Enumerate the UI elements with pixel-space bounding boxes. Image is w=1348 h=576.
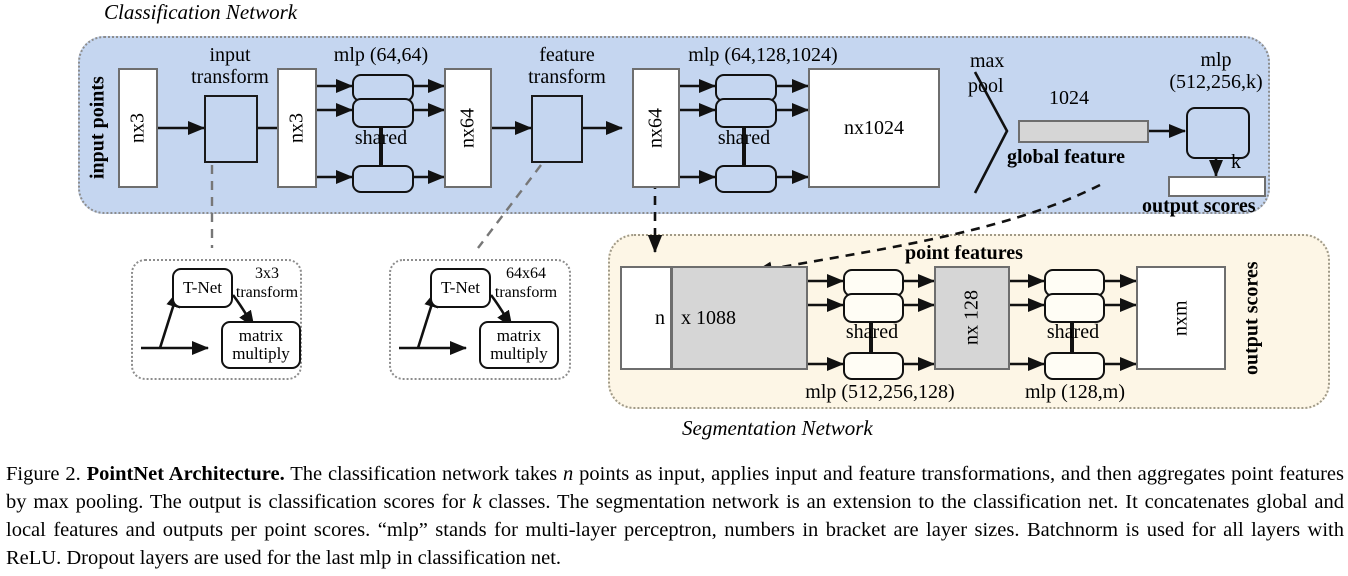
node-nx3-transformed: nx3 (277, 68, 317, 188)
max-pool-label-line2: pool (968, 75, 1004, 97)
node-concat-1088-text: x 1088 (681, 306, 736, 329)
figure-caption: Figure 2. PointNet Architecture. The cla… (6, 460, 1344, 572)
node-nx1024-text: nx1024 (844, 116, 904, 139)
tnet-feature-matmul-line2: multiply (490, 344, 548, 363)
global-feature-size-label: 1024 (1049, 87, 1089, 109)
node-nx3-input: nx3 (118, 68, 158, 188)
caption-prefix: Figure 2. (6, 463, 81, 485)
node-nx64-b: nx64 (632, 68, 680, 188)
feature-transform-label-line1: feature (539, 44, 595, 66)
input-transform-label-line1: input (209, 44, 251, 66)
input-points-label: input points (86, 76, 109, 180)
segmentation-output-scores-label: output scores (1240, 261, 1263, 375)
tnet-input-transform-word-label: transform (235, 284, 299, 301)
mlp-128-m-unit-3 (1044, 352, 1105, 380)
mlp-64-128-1024-unit-2 (715, 98, 777, 128)
mlp-128-m-label: mlp (128,m) (1025, 381, 1125, 403)
k-dim-label: k (1231, 151, 1241, 173)
caption-var-k: k (472, 491, 482, 514)
node-feature-transform (531, 95, 583, 163)
mlp-64-128-1024-shared-label: shared (717, 127, 771, 149)
node-input-transform (204, 95, 258, 163)
mlp-64-128-1024-label: mlp (64,128,1024) (688, 44, 838, 66)
mlp-64-128-1024-unit-3 (715, 165, 777, 193)
tnet-input-transform-size-label: 3x3 (255, 265, 279, 282)
node-nx3-transformed-text: nx3 (285, 113, 308, 143)
caption-s1a: The classification network takes (284, 463, 564, 485)
tnet-feature-transform-word-label: transform (494, 284, 558, 301)
node-nxm-text: nxm (1169, 300, 1192, 336)
node-nx64-b-text: nx64 (644, 108, 667, 148)
figure-pointnet-architecture: Classification Network input points nx3 … (0, 0, 1348, 576)
tnet-feature-tnet-box: T-Net (430, 268, 491, 308)
mlp-128-m-unit-2 (1044, 293, 1105, 323)
tnet-feature-tnet-text: T-Net (440, 278, 481, 297)
tnet-input-matmul-line2: multiply (232, 344, 290, 363)
tnet-input-matmul-line1: matrix (238, 326, 284, 346)
node-nx64-a-text: nx64 (456, 108, 479, 148)
max-pool-label-line1: max (970, 50, 1005, 72)
node-nx128: nx 128 (934, 266, 1010, 370)
caption-title: PointNet Architecture. (86, 463, 285, 485)
node-class-output-scores-bar (1168, 176, 1266, 197)
tnet-input-matmul-box: matrix multiply (221, 321, 301, 369)
feature-transform-label-line2: transform (528, 66, 606, 88)
segmentation-network-title: Segmentation Network (682, 416, 873, 440)
classification-network-title: Classification Network (104, 0, 298, 24)
global-feature-label: global feature (1007, 146, 1125, 168)
mlp-512-256-128-shared-label: shared (845, 321, 899, 343)
node-concat-local: n (620, 266, 672, 370)
caption-var-n: n (563, 463, 574, 485)
mlp-128-m-shared-label: shared (1046, 321, 1100, 343)
node-nx1024: nx1024 (808, 68, 940, 188)
mlp-512-256-128-label: mlp (512,256,128) (805, 381, 955, 403)
tnet-input-tnet-box: T-Net (172, 268, 233, 308)
class-output-scores-label: output scores (1142, 195, 1256, 217)
mlp-64-64-unit-3 (352, 165, 414, 193)
node-nxm: nxm (1136, 266, 1226, 370)
node-nx64-a: nx64 (444, 68, 492, 188)
tnet-feature-transform-size-label: 64x64 (506, 265, 546, 282)
node-concat-global: x 1088 (671, 266, 808, 370)
mlp-64-64-unit-2 (352, 98, 414, 128)
node-concat-n-text: n (655, 306, 665, 329)
node-global-feature-bar (1018, 120, 1149, 143)
mlp-64-64-label: mlp (64,64) (333, 44, 429, 66)
mlp-512-256-k-label-line1: mlp (1200, 49, 1232, 71)
point-features-label: point features (905, 242, 1023, 264)
node-nx128-text: nx 128 (960, 290, 983, 346)
mlp-512-256-128-unit-3 (843, 352, 904, 380)
tnet-feature-matmul-box: matrix multiply (479, 321, 559, 369)
tnet-input-tnet-text: T-Net (182, 278, 223, 297)
node-nx3-input-text: nx3 (126, 113, 149, 143)
mlp-64-64-shared-label: shared (354, 127, 408, 149)
mlp-512-256-128-unit-2 (843, 293, 904, 323)
mlp-512-256-k-label-line2: (512,256,k) (1169, 71, 1263, 93)
tnet-feature-matmul-line1: matrix (496, 326, 542, 346)
